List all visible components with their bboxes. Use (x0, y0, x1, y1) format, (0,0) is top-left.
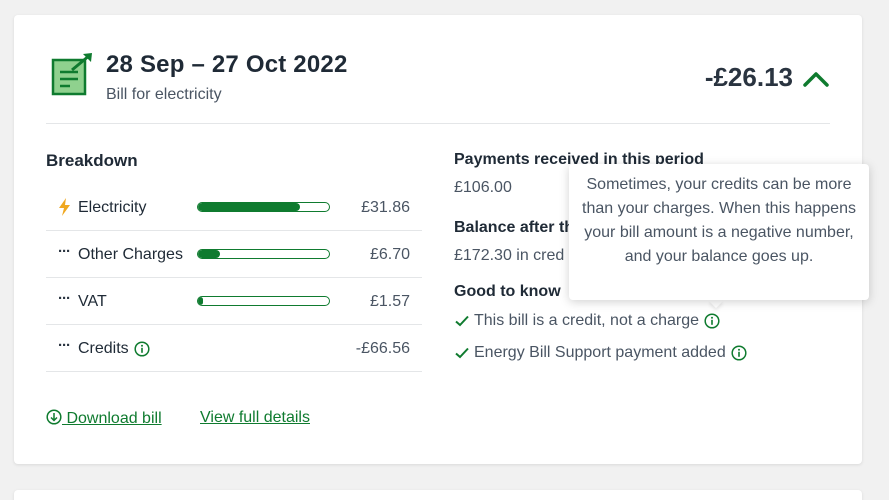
breakdown-bar (197, 249, 330, 259)
breakdown-row-other-charges: ··· Other Charges £6.70 (46, 231, 422, 278)
balance-title: Balance after th (454, 219, 575, 236)
breakdown-label: VAT (78, 293, 107, 310)
breakdown-row-credits: ··· Credits -£66.56 (46, 325, 422, 372)
good-to-know-item: This bill is a credit, not a charge (454, 310, 747, 332)
check-icon (455, 347, 469, 359)
breakdown-label: Electricity (78, 199, 147, 216)
more-dots-icon: ··· (58, 337, 71, 354)
bill-period-title: 28 Sep – 27 Oct 2022 (106, 51, 348, 78)
next-bill-card (14, 490, 862, 500)
breakdown-bar (197, 296, 330, 306)
info-icon[interactable] (704, 313, 720, 329)
breakdown-value: £31.86 (361, 199, 410, 216)
breakdown-row-electricity: Electricity £31.86 (46, 184, 422, 231)
breakdown-value: -£66.56 (355, 340, 410, 357)
bill-subtitle: Bill for electricity (106, 86, 222, 103)
breakdown-bar (197, 202, 330, 212)
info-icon[interactable] (134, 341, 150, 357)
good-to-know-text: This bill is a credit, not a charge (474, 312, 699, 329)
breakdown-value: £1.57 (369, 293, 410, 310)
check-icon (455, 315, 469, 327)
header-divider (46, 123, 830, 124)
breakdown-label-wrap: Credits (78, 340, 150, 358)
download-bill-label: Download bill (66, 410, 162, 427)
good-to-know-item: Energy Bill Support payment added (454, 342, 747, 364)
view-full-details-link[interactable]: View full details (200, 409, 310, 427)
bill-document-icon (51, 53, 92, 96)
breakdown-label: Other Charges (78, 246, 183, 263)
more-dots-icon: ··· (58, 290, 71, 307)
chevron-up-icon[interactable] (802, 67, 830, 91)
lightning-icon (59, 198, 70, 216)
download-icon (46, 409, 62, 425)
breakdown-row-vat: ··· VAT £1.57 (46, 278, 422, 325)
balance-block: Balance after th £172.30 in cred (454, 219, 574, 265)
bill-amount: -£26.13 (704, 62, 793, 92)
breakdown-list: Electricity £31.86 ··· Other Charges £6.… (46, 184, 422, 372)
info-icon[interactable] (731, 345, 747, 361)
balance-value: £172.30 in cred (454, 247, 565, 264)
credit-tooltip: Sometimes, your credits can be more than… (569, 164, 869, 300)
breakdown-label: Credits (78, 340, 129, 357)
breakdown-title: Breakdown (46, 151, 138, 170)
more-dots-icon: ··· (58, 243, 71, 260)
good-to-know-text: Energy Bill Support payment added (474, 344, 726, 361)
breakdown-value: £6.70 (369, 246, 410, 263)
download-bill-link[interactable]: Download bill (46, 409, 162, 428)
